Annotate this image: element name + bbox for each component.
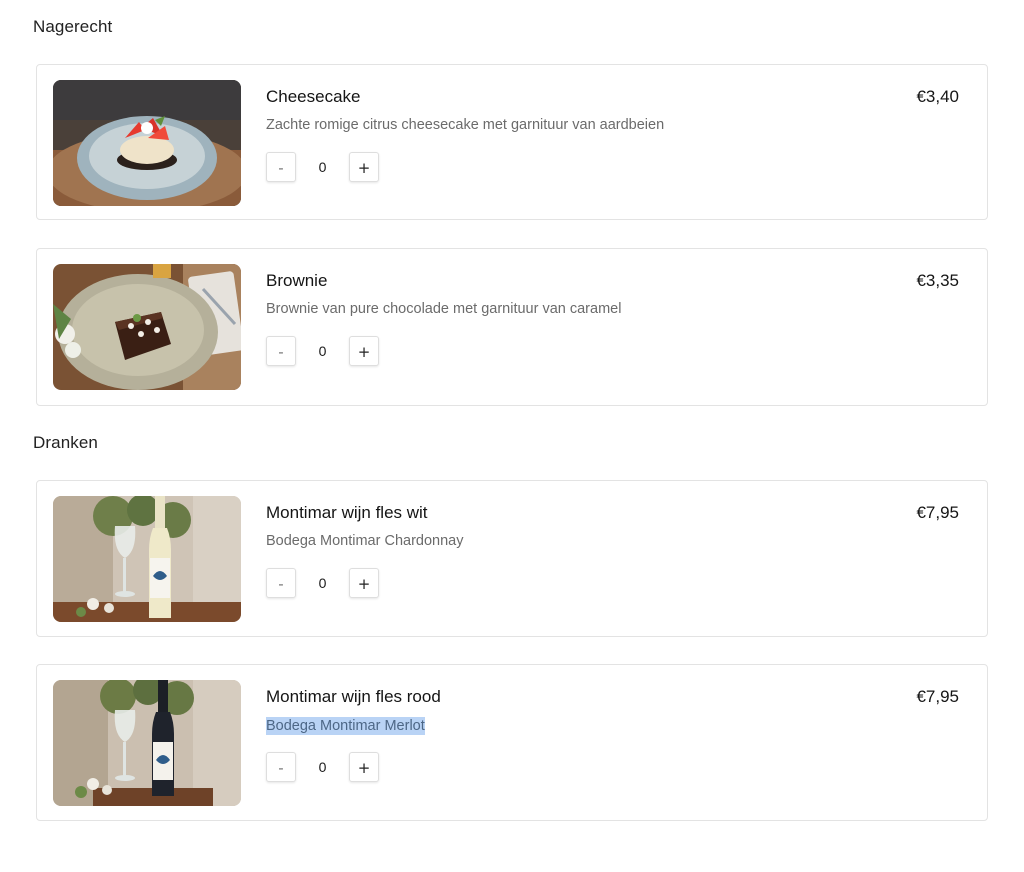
item-price: €7,95: [916, 503, 959, 522]
item-name: Brownie: [266, 271, 328, 290]
decrease-quantity-button[interactable]: -: [266, 568, 296, 598]
item-description: Brownie van pure chocolade met garnituur…: [266, 301, 622, 317]
increase-quantity-button[interactable]: +: [349, 152, 379, 182]
quantity-value: 0: [318, 759, 327, 775]
brownie-image: [53, 264, 241, 390]
item-price: €7,95: [916, 687, 959, 706]
increase-quantity-button[interactable]: +: [349, 568, 379, 598]
item-description: Bodega Montimar Chardonnay: [266, 533, 464, 549]
menu-item-card: Brownie Brownie van pure chocolade met g…: [36, 248, 988, 406]
decrease-quantity-button[interactable]: -: [266, 152, 296, 182]
item-description: Zachte romige citrus cheesecake met garn…: [266, 117, 665, 133]
decrease-quantity-button[interactable]: -: [266, 336, 296, 366]
quantity-stepper: - 0 +: [266, 568, 386, 600]
cheesecake-image: [53, 80, 241, 206]
quantity-value: 0: [318, 575, 327, 591]
quantity-stepper: - 0 +: [266, 752, 386, 784]
item-name: Cheesecake: [266, 87, 361, 106]
item-name: Montimar wijn fles rood: [266, 687, 441, 706]
item-price: €3,35: [916, 271, 959, 290]
item-name: Montimar wijn fles wit: [266, 503, 428, 522]
section-title-dranken: Dranken: [33, 433, 98, 452]
white-wine-bottle-image: [53, 496, 241, 622]
increase-quantity-button[interactable]: +: [349, 336, 379, 366]
section-title-nagerecht: Nagerecht: [33, 17, 113, 36]
quantity-stepper: - 0 +: [266, 336, 386, 368]
red-wine-bottle-image: [53, 680, 241, 806]
quantity-value: 0: [318, 343, 327, 359]
menu-item-card: Cheesecake Zachte romige citrus cheeseca…: [36, 64, 988, 220]
item-description: Bodega Montimar Merlot: [266, 717, 425, 735]
menu-item-card: Montimar wijn fles rood Bodega Montimar …: [36, 664, 988, 821]
decrease-quantity-button[interactable]: -: [266, 752, 296, 782]
item-price: €3,40: [916, 87, 959, 106]
menu-page: Nagerecht Cheesecake Zachte romige citru…: [0, 0, 1024, 872]
quantity-value: 0: [318, 159, 327, 175]
menu-item-card: Montimar wijn fles wit Bodega Montimar C…: [36, 480, 988, 637]
increase-quantity-button[interactable]: +: [349, 752, 379, 782]
quantity-stepper: - 0 +: [266, 152, 386, 184]
